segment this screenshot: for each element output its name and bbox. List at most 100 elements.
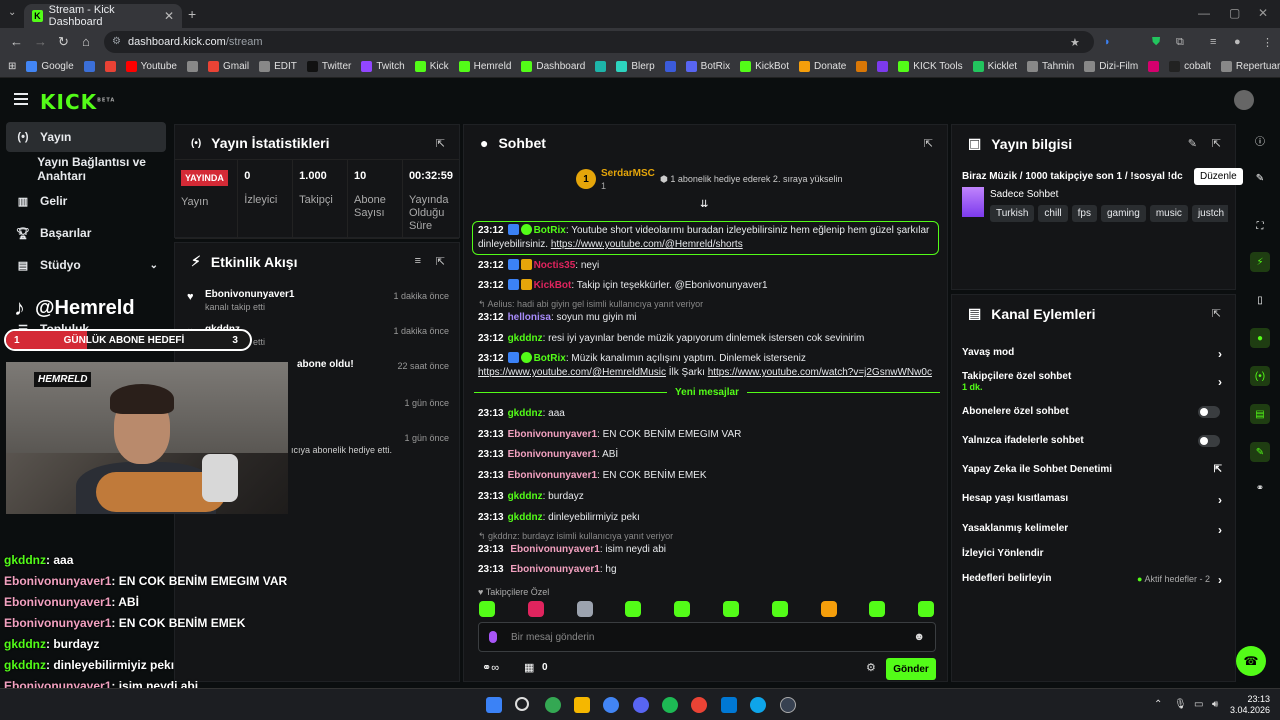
emote-button[interactable]	[479, 601, 495, 617]
kick-logo[interactable]: KICKBETA	[40, 90, 115, 114]
bookmark-item[interactable]: KICK Tools	[898, 61, 963, 72]
info-icon[interactable]: ⓘ	[1250, 130, 1270, 150]
edit-pencil-icon[interactable]: ✎	[1250, 168, 1270, 188]
stream-tag[interactable]: fps	[1071, 205, 1097, 222]
stream-tag[interactable]: Turkish	[990, 205, 1035, 222]
bookmark-item[interactable]	[877, 61, 889, 72]
popout-icon[interactable]: ⇱	[924, 137, 933, 150]
chat-message-input[interactable]: Bir mesaj gönderin ☻	[478, 622, 936, 652]
sidebar-item-studyo[interactable]: ▤ Stüdyo ⌄	[6, 250, 166, 280]
back-icon[interactable]: ←	[10, 34, 23, 49]
emote-button[interactable]	[918, 601, 935, 617]
wrench-icon[interactable]: ✎	[1250, 442, 1270, 462]
bookmark-item[interactable]	[664, 61, 676, 72]
bookmark-item[interactable]: Youtube	[125, 61, 177, 72]
emote-button[interactable]	[771, 601, 788, 617]
sidebar-item-basarilar[interactable]: 🏆︎ Başarılar	[6, 218, 166, 248]
sidebar-item-stream-key[interactable]: Yayın Bağlantısı ve Anahtarı	[6, 154, 166, 184]
channel-action-item[interactable]: Yavaş mod ›	[962, 347, 1224, 361]
bookmark-item[interactable]	[186, 61, 198, 72]
channel-action-item[interactable]: Yapay Zeka ile Sohbet Denetimi ⇱	[962, 464, 1224, 475]
discord-icon[interactable]	[633, 697, 649, 713]
bookmark-item[interactable]: Dizi-Film	[1084, 61, 1138, 72]
close-window-icon[interactable]: ✕	[1258, 6, 1268, 20]
emote-button[interactable]	[674, 601, 691, 617]
profile-icon[interactable]: ●	[1234, 36, 1241, 48]
extensions-puzzle-icon[interactable]: ⧉	[1176, 36, 1184, 49]
channel-action-item[interactable]: Takipçilere özel sohbet 1 dk. ›	[962, 371, 1224, 392]
chat-settings-icon[interactable]: ⚙	[866, 661, 876, 674]
new-tab-icon[interactable]: +	[188, 6, 196, 22]
bookmark-item[interactable]	[595, 61, 607, 72]
mod-tools-icon[interactable]: ⚭	[1250, 478, 1270, 498]
bookmark-item[interactable]: Gmail	[207, 61, 249, 72]
tab-search-icon[interactable]: ⌄	[8, 7, 16, 18]
reload-icon[interactable]: ↻	[58, 34, 69, 50]
filter-icon[interactable]: ≡	[415, 255, 421, 267]
stream-tag[interactable]: gaming	[1101, 205, 1146, 222]
popout-icon[interactable]: ⇱	[1212, 137, 1221, 150]
stream-tag[interactable]: justch	[1191, 205, 1228, 222]
user-avatar[interactable]	[1234, 90, 1254, 110]
channel-action-item[interactable]: Yasaklanmış kelimeler ›	[962, 523, 1224, 537]
volume-tray-icon[interactable]: 🔊︎	[1212, 699, 1218, 710]
toggle-switch[interactable]	[1198, 406, 1220, 418]
store-icon[interactable]: ▦	[524, 661, 534, 674]
edge-icon[interactable]	[750, 697, 766, 713]
popout-icon[interactable]: ⇱	[1212, 307, 1221, 320]
chat-link[interactable]: https://www.youtube.com/@Hemreld/shorts	[551, 239, 743, 250]
chrome-icon[interactable]	[545, 697, 561, 713]
extension-icon[interactable]: ◗	[1104, 36, 1111, 48]
maximize-icon[interactable]: ▢	[1229, 6, 1240, 20]
bookmark-item[interactable]: Tahmin	[1027, 61, 1074, 72]
bookmark-item[interactable]	[83, 61, 95, 72]
minimize-icon[interactable]: —	[1198, 6, 1210, 20]
home-icon[interactable]: ⌂	[82, 34, 90, 49]
channel-actions-icon[interactable]: ▤	[1250, 404, 1270, 424]
apps-grid-icon[interactable]: ⊞	[8, 61, 16, 72]
scroll-down-icon[interactable]: ⇊	[700, 199, 708, 210]
bookmark-item[interactable]: Twitter	[306, 61, 351, 72]
lightning-icon[interactable]: ⚡︎	[1250, 252, 1270, 272]
site-info-icon[interactable]: ⚙	[112, 36, 121, 47]
channel-action-item[interactable]: Hesap yaşı kısıtlaması ›	[962, 493, 1224, 507]
vscode-icon[interactable]	[721, 697, 737, 713]
send-button[interactable]: Gönder	[886, 658, 936, 680]
microphone-icon[interactable]	[489, 631, 497, 643]
url-field[interactable]: dashboard.kick.com/stream	[104, 31, 1094, 53]
bookmark-item[interactable]: EDIT	[259, 61, 297, 72]
document-icon[interactable]: ▯	[1250, 290, 1270, 310]
spotify-icon[interactable]	[662, 697, 678, 713]
emote-button[interactable]	[869, 601, 886, 617]
taskbar-clock[interactable]: 23:13 3.04.2026	[1230, 694, 1270, 716]
menu-dots-icon[interactable]: ⋮	[1262, 36, 1273, 49]
popout-icon[interactable]: ⇱	[436, 137, 445, 150]
support-chat-icon[interactable]: ☎	[1236, 646, 1266, 676]
bookmark-item[interactable]: BotRix	[685, 61, 730, 72]
bookmark-item[interactable]	[104, 61, 116, 72]
bookmark-item[interactable]	[856, 61, 868, 72]
emote-button[interactable]	[527, 601, 544, 617]
bookmark-item[interactable]: Google	[26, 61, 74, 72]
mod-tools-icon[interactable]: ⚭∞	[482, 661, 499, 674]
sidebar-item-yayin[interactable]: (•) Yayın	[6, 122, 166, 152]
emote-button[interactable]	[576, 601, 593, 617]
bookmark-item[interactable]: KickBot	[740, 61, 789, 72]
forward-icon[interactable]: →	[34, 34, 47, 49]
mic-tray-icon[interactable]: 🎙︎	[1174, 699, 1187, 710]
chat-link[interactable]: https://www.youtube.com/watch?v=j2GsnwWN…	[708, 367, 932, 378]
emoji-picker-icon[interactable]: ☻	[913, 631, 925, 643]
bookmark-item[interactable]: Hemreld	[458, 61, 511, 72]
popout-icon[interactable]: ⇱	[436, 255, 445, 268]
tray-chevron-icon[interactable]: ⌃	[1154, 699, 1162, 710]
shield-extension-icon[interactable]: ⛊	[1152, 36, 1160, 49]
emote-button[interactable]	[723, 601, 739, 617]
chat-link[interactable]: https://www.youtube.com/@HemreldMusic	[478, 367, 666, 378]
toggle-switch[interactable]	[1198, 435, 1220, 447]
channel-action-item[interactable]: Abonelere özel sohbet	[962, 406, 1224, 418]
media-icon[interactable]: ≡	[1210, 36, 1216, 48]
display-tray-icon[interactable]: ▭	[1194, 699, 1203, 710]
search-icon[interactable]	[515, 697, 529, 711]
windows-start-icon[interactable]	[486, 697, 502, 713]
bookmark-item[interactable]: Repertuar	[1220, 61, 1280, 72]
